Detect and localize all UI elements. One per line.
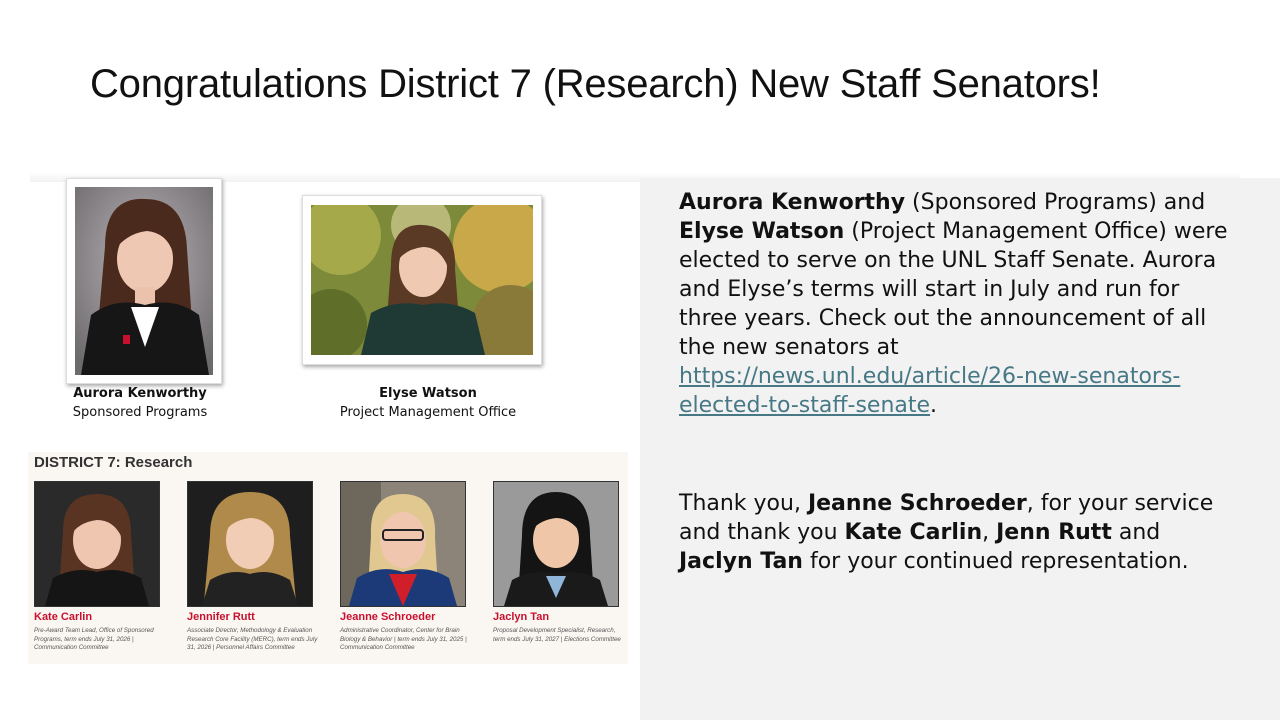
bold-name: Jenn Rutt — [996, 520, 1112, 545]
portrait-image-elyse — [311, 205, 533, 355]
bold-name: Aurora Kenworthy — [679, 190, 906, 215]
announcement-paragraph: Aurora Kenworthy (Sponsored Programs) an… — [679, 188, 1239, 420]
district-card: DISTRICT 7: Research Kate Carlin Pre-Awa… — [28, 452, 628, 664]
caption-dept: Project Management Office — [339, 405, 517, 420]
senator-photo-jennifer — [187, 481, 313, 607]
caption-elyse: Elyse Watson Project Management Office — [318, 384, 538, 422]
portrait-image-aurora — [75, 187, 213, 375]
senator-photo-jaclyn — [493, 481, 619, 607]
caption-name: Aurora Kenworthy — [73, 386, 207, 401]
portrait-image-jeanne — [341, 482, 465, 606]
thanks-paragraph: Thank you, Jeanne Schroeder, for your se… — [679, 489, 1239, 576]
caption-name: Elyse Watson — [379, 386, 477, 401]
portrait-photo-elyse — [311, 205, 533, 355]
senator-desc-jennifer: Associate Director, Methodology & Evalua… — [187, 627, 318, 652]
senator-name-jaclyn: Jaclyn Tan — [493, 611, 550, 623]
portrait-image-jennifer — [188, 482, 312, 606]
bold-name: Kate Carlin — [844, 520, 983, 545]
caption-dept: Sponsored Programs — [72, 405, 208, 420]
text-run: Thank you, — [679, 491, 808, 516]
district-heading: DISTRICT 7: Research — [34, 454, 193, 471]
text-run: , — [982, 520, 997, 545]
bold-name: Jeanne Schroeder — [807, 491, 1027, 516]
portrait-image-jaclyn — [494, 482, 618, 606]
senator-desc-kate: Pre-Award Team Lead, Office of Sponsored… — [34, 627, 154, 652]
senator-photo-jeanne — [340, 481, 466, 607]
photo-frame-aurora — [66, 178, 222, 384]
portrait-photo-aurora — [75, 187, 213, 375]
text-run: for your continued representation. — [802, 549, 1189, 574]
slide-title: Congratulations District 7 (Research) Ne… — [90, 62, 1101, 106]
text-run: . — [930, 393, 938, 418]
portrait-image-kate — [35, 482, 159, 606]
senator-desc-jeanne: Administrative Coordinator, Center for B… — [340, 627, 467, 652]
text-run: and — [1111, 520, 1161, 545]
bold-name: Jaclyn Tan — [679, 549, 803, 574]
caption-aurora: Aurora Kenworthy Sponsored Programs — [40, 384, 240, 422]
senator-name-kate: Kate Carlin — [34, 611, 93, 623]
senator-name-jeanne: Jeanne Schroeder — [340, 611, 436, 623]
senator-photo-kate — [34, 481, 160, 607]
senator-name-jennifer: Jennifer Rutt — [187, 611, 255, 623]
bold-name: Elyse Watson — [679, 219, 845, 244]
text-run: (Sponsored Programs) and — [905, 190, 1206, 215]
senator-desc-jaclyn: Proposal Development Specialist, Researc… — [493, 627, 621, 643]
photo-frame-elyse — [302, 195, 542, 365]
